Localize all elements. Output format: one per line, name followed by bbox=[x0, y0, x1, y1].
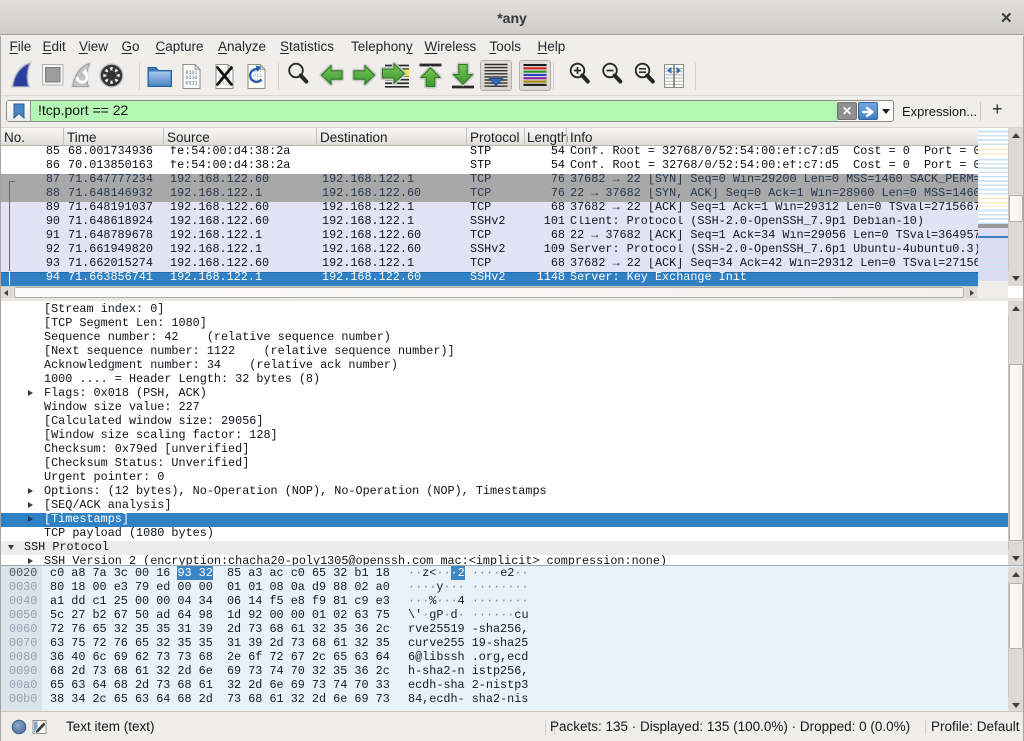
svg-text:0311: 0311 bbox=[186, 80, 198, 86]
